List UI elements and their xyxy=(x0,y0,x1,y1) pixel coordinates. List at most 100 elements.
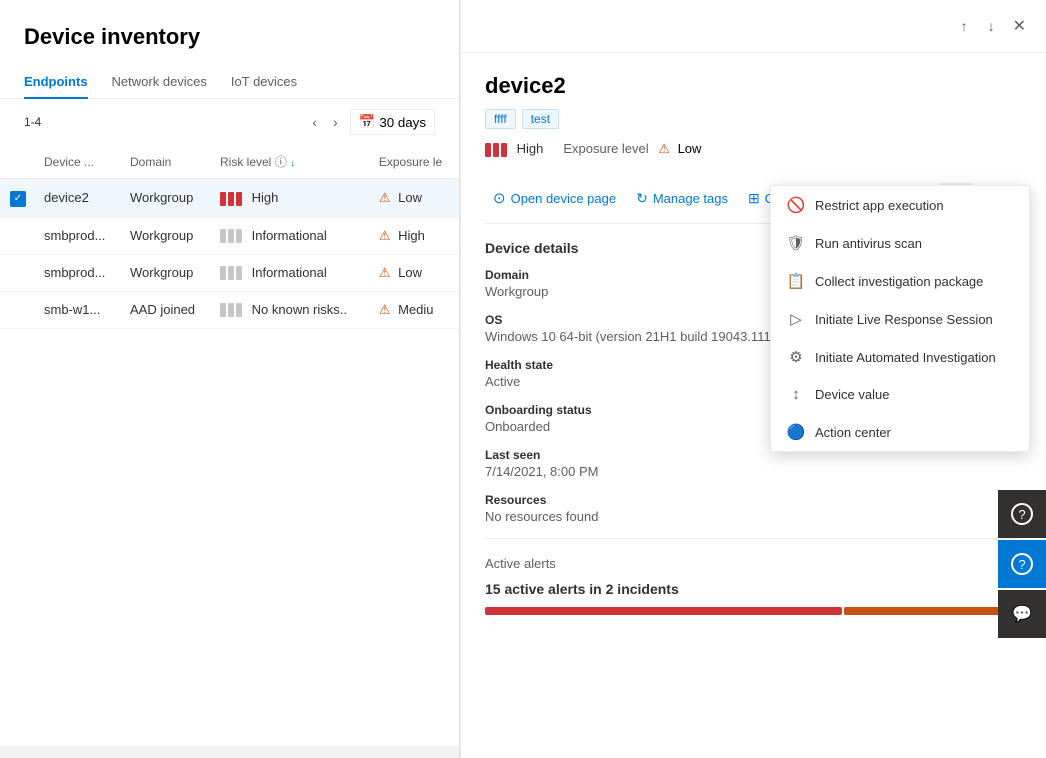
device-name-cell: smb-w1... xyxy=(36,291,122,328)
exposure-warning-icon: ⚠ xyxy=(658,141,670,156)
collect-icon: 📋 xyxy=(787,272,805,290)
dropdown-restrict-app[interactable]: 🚫 Restrict app execution xyxy=(771,186,1029,224)
nav-up-button[interactable]: ↑ xyxy=(955,14,974,38)
device-value-icon: ↕ xyxy=(787,386,805,403)
risk-bars-high xyxy=(220,192,242,206)
tab-bar: Endpoints Network devices IoT devices xyxy=(0,66,459,99)
close-button[interactable]: ✕ xyxy=(1009,12,1030,40)
table-row[interactable]: ✓ device2 Workgroup High xyxy=(0,179,459,218)
alerts-header[interactable]: Active alerts ∧ xyxy=(485,551,1022,575)
risk-bar-1 xyxy=(485,143,491,157)
detail-header-controls: ↑ ↓ ✕ xyxy=(461,0,1046,53)
risk-bars-info xyxy=(220,229,242,243)
col-check xyxy=(0,145,36,179)
horizontal-scrollbar[interactable] xyxy=(0,746,459,758)
next-button[interactable]: › xyxy=(329,112,342,132)
risk-cell: Informational xyxy=(212,217,371,254)
dropdown-live-response[interactable]: ▷ Initiate Live Response Session xyxy=(771,300,1029,338)
dropdown-menu: 🚫 Restrict app execution 🛡 Run antivirus… xyxy=(770,185,1030,452)
tab-iot-devices[interactable]: IoT devices xyxy=(231,66,297,99)
help-button-1[interactable]: ? xyxy=(998,490,1046,538)
risk-bar-2 xyxy=(228,192,234,206)
risk-cell: No known risks.. xyxy=(212,291,371,328)
open-device-page-button[interactable]: ⊙ Open device page xyxy=(485,183,624,213)
alert-severity-bars xyxy=(485,607,1022,615)
risk-bar-3 xyxy=(236,192,242,206)
alert-bar-warning xyxy=(844,607,1022,615)
table-row[interactable]: smbprod... Workgroup Informational xyxy=(0,254,459,291)
exposure-cell: ⚠ High xyxy=(371,217,459,254)
warning-icon: ⚠ xyxy=(379,265,391,280)
dropdown-auto-investigation[interactable]: ⚙ Initiate Automated Investigation xyxy=(771,338,1029,376)
restrict-icon: 🚫 xyxy=(787,196,805,214)
domain-cell: Workgroup xyxy=(122,179,212,218)
risk-bar-1 xyxy=(220,266,226,280)
tag-test[interactable]: test xyxy=(522,109,559,129)
question-circle-icon: ? xyxy=(1011,503,1033,525)
tab-endpoints[interactable]: Endpoints xyxy=(24,66,88,99)
risk-bar-2 xyxy=(228,266,234,280)
exposure-level-section: Exposure level ⚠ Low xyxy=(563,141,701,157)
hunt-icon: ⊞ xyxy=(748,190,760,207)
tab-network-devices[interactable]: Network devices xyxy=(112,66,207,99)
device-name-cell: device2 xyxy=(36,179,122,218)
device-name-cell: smbprod... xyxy=(36,254,122,291)
risk-bars-info xyxy=(220,266,242,280)
calendar-icon: 📅 xyxy=(359,114,376,130)
chat-button[interactable]: 💬 xyxy=(998,590,1046,638)
warning-icon: ⚠ xyxy=(379,302,391,317)
nav-down-button[interactable]: ↓ xyxy=(982,14,1001,38)
risk-value: High xyxy=(517,141,544,156)
exposure-cell: ⚠ Low xyxy=(371,179,459,218)
tag-icon: ↻ xyxy=(636,190,648,207)
warning-icon: ⚠ xyxy=(379,190,391,205)
alerts-title: Active alerts xyxy=(485,556,556,571)
antivirus-icon: 🛡 xyxy=(787,234,805,252)
row-check[interactable] xyxy=(0,254,36,291)
col-exposure: Exposure le xyxy=(371,145,459,179)
col-device: Device ... xyxy=(36,145,122,179)
auto-investigation-icon: ⚙ xyxy=(787,348,805,366)
exposure-value: Low xyxy=(678,141,702,156)
manage-tags-button[interactable]: ↻ Manage tags xyxy=(628,184,736,213)
tag-row: ffff test xyxy=(485,109,1022,129)
prev-button[interactable]: ‹ xyxy=(308,112,321,132)
checkbox-checked-icon: ✓ xyxy=(10,191,26,207)
row-check[interactable] xyxy=(0,217,36,254)
live-response-icon: ▷ xyxy=(787,310,805,328)
dropdown-collect-pkg[interactable]: 📋 Collect investigation package xyxy=(771,262,1029,300)
risk-bar-3 xyxy=(501,143,507,157)
detail-device-name: device2 xyxy=(485,73,1022,99)
risk-bar-2 xyxy=(228,303,234,317)
device-name-cell: smbprod... xyxy=(36,217,122,254)
risk-exposure-row: High Exposure level ⚠ Low xyxy=(485,141,1022,157)
sort-arrow-icon: ↓ xyxy=(290,158,295,169)
detail-panel: ↑ ↓ ✕ device2 ffff test High Exposure le… xyxy=(460,0,1046,758)
dropdown-action-center[interactable]: 🔵 Action center xyxy=(771,413,1029,451)
risk-level-label: High xyxy=(485,141,543,157)
question-circle-icon-2: ? xyxy=(1011,553,1033,575)
table-row[interactable]: smbprod... Workgroup Informational xyxy=(0,217,459,254)
risk-bar-1 xyxy=(220,229,226,243)
risk-cell: High xyxy=(212,179,371,218)
device-table: Device ... Domain Risk level ⓘ ↓ Exposur… xyxy=(0,145,459,329)
dropdown-antivirus[interactable]: 🛡 Run antivirus scan xyxy=(771,224,1029,262)
risk-high-bars xyxy=(485,143,507,157)
row-check[interactable] xyxy=(0,291,36,328)
help-button-2[interactable]: ? xyxy=(998,540,1046,588)
risk-bar-1 xyxy=(220,303,226,317)
domain-cell: AAD joined xyxy=(122,291,212,328)
pagination-label: 1-4 xyxy=(24,115,41,129)
domain-cell: Workgroup xyxy=(122,217,212,254)
row-check[interactable]: ✓ xyxy=(0,179,36,218)
dropdown-device-value[interactable]: ↕ Device value xyxy=(771,376,1029,413)
active-alerts-section: Active alerts ∧ 15 active alerts in 2 in… xyxy=(485,538,1022,615)
alert-bar-critical xyxy=(485,607,842,615)
alerts-count: 15 active alerts in 2 incidents xyxy=(485,581,1022,597)
tag-ffff[interactable]: ffff xyxy=(485,109,516,129)
exposure-cell: ⚠ Low xyxy=(371,254,459,291)
date-range-button[interactable]: 📅 30 days xyxy=(350,109,435,135)
risk-bar-2 xyxy=(493,143,499,157)
table-row[interactable]: smb-w1... AAD joined No known risks.. xyxy=(0,291,459,328)
col-risk: Risk level ⓘ ↓ xyxy=(212,145,371,179)
